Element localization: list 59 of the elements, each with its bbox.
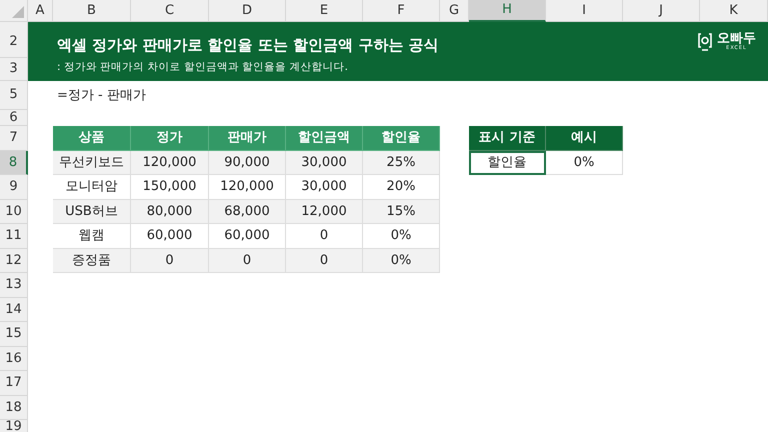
table-cell: USB허브 (53, 200, 131, 224)
column-heading: 상품 (53, 126, 131, 150)
column-heading: 정가 (131, 126, 209, 150)
column-header[interactable]: G (440, 0, 469, 22)
row-header[interactable]: 3 (0, 58, 28, 81)
table-cell: 증정품 (53, 248, 131, 273)
table-cell: 0 (286, 248, 363, 273)
logo-icon (697, 32, 713, 52)
column-header[interactable]: I (546, 0, 623, 22)
formula-note: =정가 - 판매가 (56, 86, 147, 105)
table-cell: 0 (131, 248, 209, 273)
column-header[interactable]: E (286, 0, 363, 22)
column-header[interactable]: A (28, 0, 53, 22)
table-cell: 30,000 (286, 150, 363, 175)
row-header[interactable]: 5 (0, 81, 28, 110)
column-header[interactable]: J (623, 0, 700, 22)
table-cell: 80,000 (131, 200, 209, 224)
column-heading: 할인율 (363, 126, 440, 150)
column-header[interactable]: C (131, 0, 209, 22)
select-all-button[interactable] (0, 0, 28, 22)
row-header[interactable]: 17 (0, 371, 28, 396)
column-heading: 예시 (546, 126, 623, 150)
table-cell: 90,000 (209, 150, 286, 175)
table-cell: 무선키보드 (53, 150, 131, 175)
row-header[interactable]: 2 (0, 26, 28, 58)
column-header[interactable]: K (700, 0, 768, 22)
table-cell: 25% (363, 150, 440, 175)
row-header[interactable]: 13 (0, 273, 28, 298)
row-header[interactable]: 9 (0, 175, 28, 200)
column-header[interactable]: F (363, 0, 440, 22)
table-cell: 0 (209, 248, 286, 273)
row-header[interactable]: 14 (0, 298, 28, 322)
table-cell: 0% (363, 248, 440, 273)
row-header[interactable]: 8 (0, 150, 28, 175)
row-header[interactable]: 10 (0, 200, 28, 224)
row-header[interactable]: 19 (0, 420, 28, 432)
column-heading: 표시 기준 (469, 126, 546, 150)
column-header[interactable]: B (53, 0, 131, 22)
row-header[interactable]: 16 (0, 346, 28, 371)
column-header[interactable]: H (469, 0, 546, 22)
table-cell[interactable]: 할인율 (469, 150, 546, 175)
logo-text: 오빠두 (717, 32, 756, 45)
table-cell: 120,000 (131, 150, 209, 175)
column-header[interactable]: D (209, 0, 286, 22)
banner-subtitle: : 정가와 판매가의 차이로 할인금액과 할인율을 계산합니다. (57, 60, 349, 74)
row-header[interactable]: 12 (0, 248, 28, 273)
column-heading: 판매가 (209, 126, 286, 150)
row-header[interactable]: 11 (0, 224, 28, 248)
triangle-icon (12, 6, 24, 18)
table-cell: 68,000 (209, 200, 286, 224)
banner-title: 엑셀 정가와 판매가로 할인율 또는 할인금액 구하는 공식 (57, 35, 439, 56)
row-header[interactable]: 6 (0, 110, 28, 126)
row-header[interactable]: 18 (0, 396, 28, 420)
table-cell[interactable]: 0% (546, 150, 623, 175)
row-header[interactable]: 7 (0, 126, 28, 150)
row-header[interactable]: 15 (0, 322, 28, 346)
table-cell: 15% (363, 200, 440, 224)
column-heading: 할인금액 (286, 126, 363, 150)
table-cell: 12,000 (286, 200, 363, 224)
